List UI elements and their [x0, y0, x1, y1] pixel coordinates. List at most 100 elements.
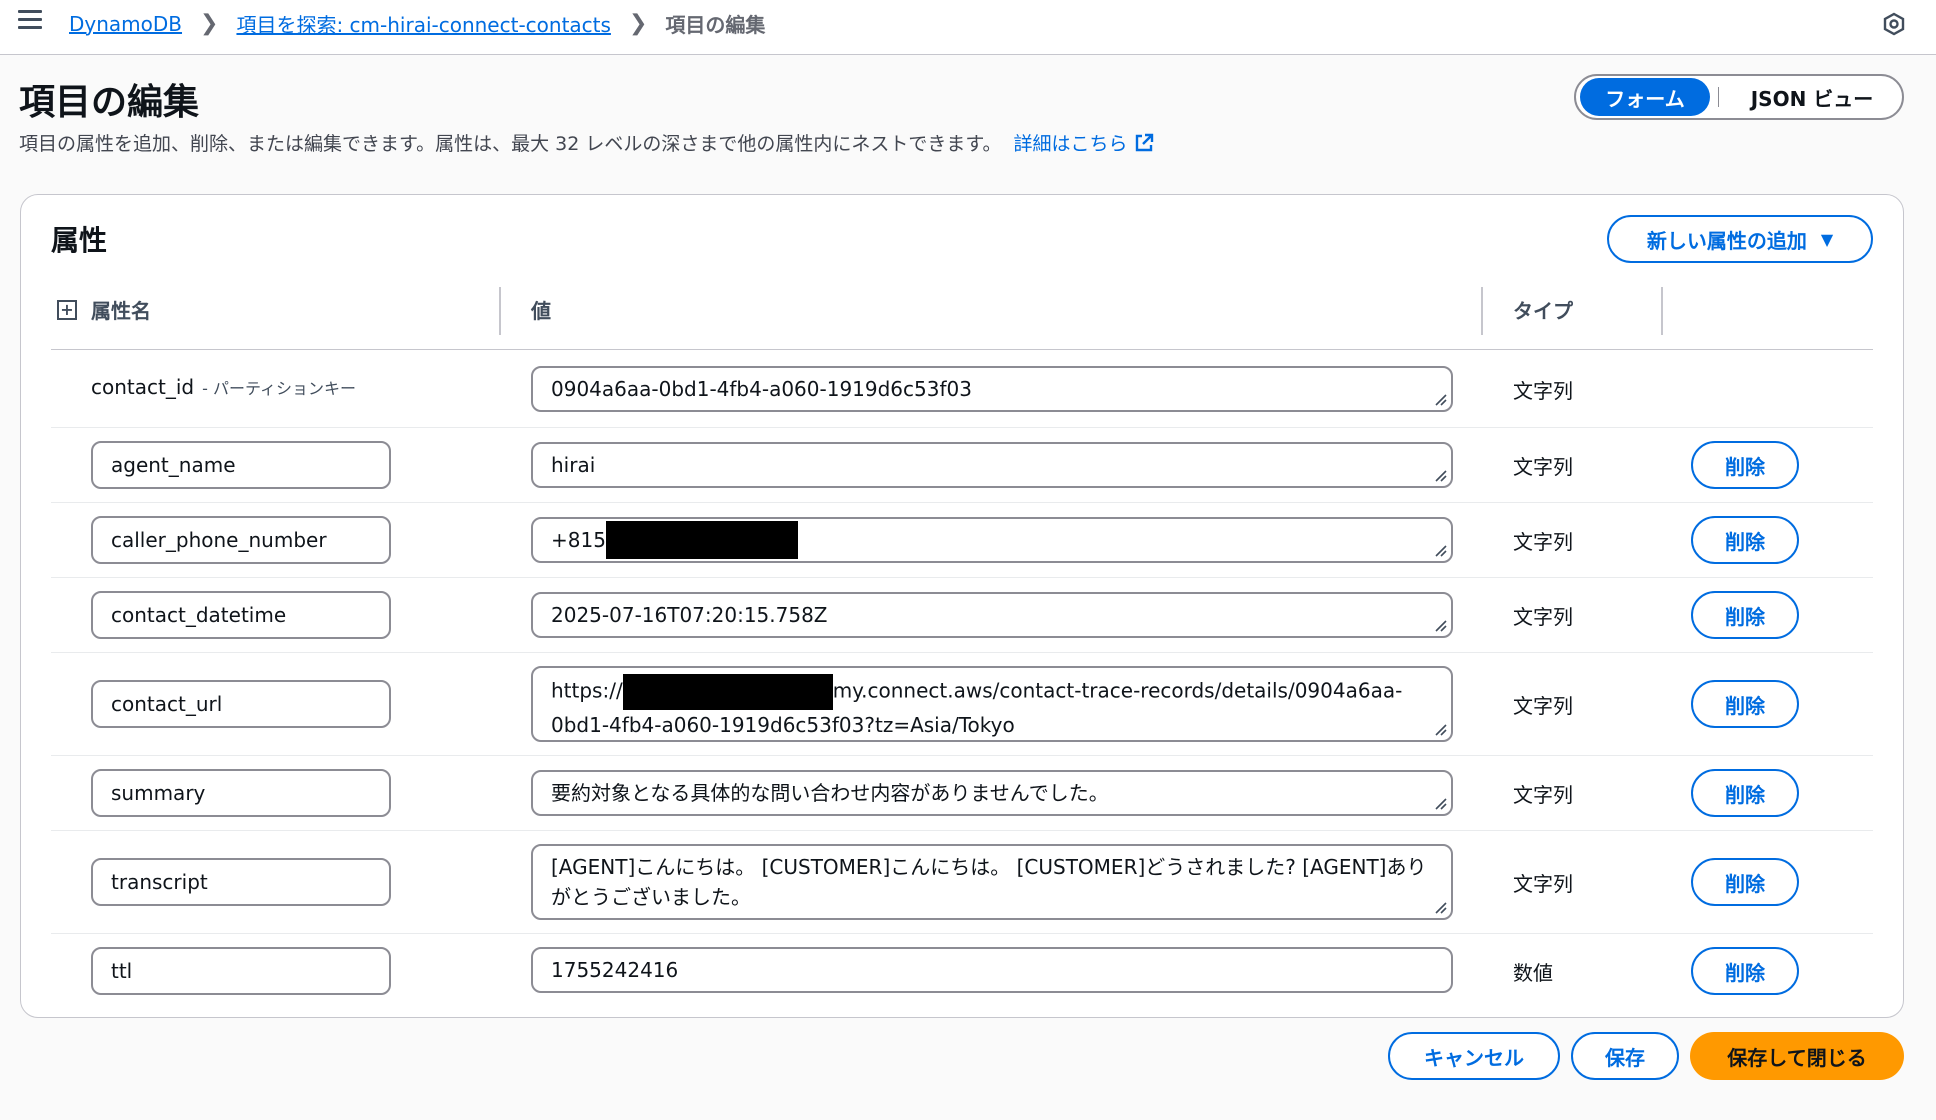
attribute-value-input[interactable]: 1755242416 [531, 947, 1453, 993]
attribute-value-input[interactable]: hirai [531, 442, 1453, 488]
attribute-name: agent_name [111, 453, 236, 477]
chevron-right-icon: ❯ [200, 11, 219, 36]
save-and-close-button[interactable]: 保存して閉じる [1690, 1032, 1904, 1080]
attribute-value: hirai [551, 453, 596, 477]
attribute-name: contact_url [111, 692, 223, 716]
column-divider[interactable] [1481, 287, 1483, 335]
top-navigation: DynamoDB ❯ 項目を探索: cm-hirai-connect-conta… [0, 0, 1936, 55]
partition-key-label: - パーティションキー [202, 379, 357, 398]
attribute-value-prefix: https:// [551, 678, 623, 703]
resize-handle-icon[interactable] [1433, 618, 1447, 632]
delete-attribute-button[interactable]: 削除 [1691, 516, 1799, 564]
delete-attribute-button[interactable]: 削除 [1691, 769, 1799, 817]
attributes-panel: 属性 新しい属性の追加 ▼ + 属性名 値 タイプ contact_id - パー… [20, 194, 1904, 1018]
settings-icon[interactable] [1882, 12, 1906, 36]
attribute-value-input[interactable]: 2025-07-16T07:20:15.758Z [531, 592, 1453, 638]
attribute-name-input[interactable]: summary [91, 769, 391, 817]
attribute-value: [AGENT]こんにちは。 [CUSTOMER]こんにちは。 [CUSTOMER… [551, 855, 1427, 909]
row-divider [51, 502, 1873, 503]
learn-more-link[interactable]: 詳細はこちら [1013, 129, 1155, 156]
attribute-value-input[interactable]: +815 [531, 517, 1453, 563]
cancel-button[interactable]: キャンセル [1388, 1032, 1560, 1080]
breadcrumb: DynamoDB ❯ 項目を探索: cm-hirai-connect-conta… [69, 9, 765, 38]
resize-handle-icon[interactable] [1433, 796, 1447, 810]
attribute-type: 文字列 [1513, 605, 1573, 629]
column-header-value: 値 [531, 299, 551, 323]
attribute-value-input[interactable]: 0904a6aa-0bd1-4fb4-a060-1919d6c53f03 [531, 366, 1453, 412]
column-divider[interactable] [1661, 287, 1663, 335]
row-divider [51, 652, 1873, 653]
attribute-value-input[interactable]: 要約対象となる具体的な問い合わせ内容がありませんでした。 [531, 770, 1453, 816]
attribute-value: 0904a6aa-0bd1-4fb4-a060-1919d6c53f03 [551, 377, 972, 401]
attribute-type: 文字列 [1513, 455, 1573, 479]
attribute-name-input[interactable]: caller_phone_number [91, 516, 391, 564]
resize-handle-icon[interactable] [1433, 392, 1447, 406]
breadcrumb-dynamodb[interactable]: DynamoDB [69, 12, 182, 36]
row-divider [51, 755, 1873, 756]
menu-icon[interactable] [18, 10, 42, 30]
attribute-type: 文字列 [1513, 379, 1573, 403]
expand-all-icon[interactable]: + [57, 299, 77, 320]
attribute-name-input[interactable]: agent_name [91, 441, 391, 489]
resize-handle-icon[interactable] [1433, 900, 1447, 914]
add-attribute-label: 新しい属性の追加 [1646, 228, 1807, 253]
attribute-type: 文字列 [1513, 694, 1573, 718]
attribute-name-input[interactable]: contact_url [91, 680, 391, 728]
resize-handle-icon[interactable] [1433, 722, 1447, 736]
delete-attribute-button[interactable]: 削除 [1691, 591, 1799, 639]
form-view-button[interactable]: フォーム [1580, 78, 1710, 116]
delete-attribute-button[interactable]: 削除 [1691, 680, 1799, 728]
attribute-value-input[interactable]: https:// my.connect.aws/contact-trace-rec… [531, 666, 1453, 742]
caret-down-icon: ▼ [1820, 229, 1834, 249]
redaction-block [622, 674, 833, 710]
add-attribute-button[interactable]: 新しい属性の追加 ▼ [1607, 215, 1873, 263]
delete-attribute-button[interactable]: 削除 [1691, 947, 1799, 995]
resize-handle-icon[interactable] [1433, 468, 1447, 482]
attribute-name-input[interactable]: transcript [91, 858, 391, 906]
attribute-name: contact_datetime [111, 603, 287, 627]
delete-attribute-button[interactable]: 削除 [1691, 858, 1799, 906]
attribute-name-input[interactable]: ttl [91, 947, 391, 995]
attribute-name: caller_phone_number [111, 528, 327, 552]
attribute-name: transcript [111, 870, 208, 894]
page-description: 項目の属性を追加、削除、または編集できます。属性は、最大 32 レベルの深さまで… [19, 129, 1155, 156]
delete-attribute-button[interactable]: 削除 [1691, 441, 1799, 489]
column-header-name: + 属性名 [57, 295, 151, 324]
attribute-name-input[interactable]: contact_datetime [91, 591, 391, 639]
attribute-type: 文字列 [1513, 783, 1573, 807]
json-view-button[interactable]: JSON ビュー [1727, 78, 1897, 116]
attribute-type: 文字列 [1513, 872, 1573, 896]
header-divider [51, 349, 1873, 350]
attribute-value-suffix: my.connect.aws/contact-trace-records/det… [832, 678, 1403, 703]
resize-handle-icon[interactable] [1433, 543, 1447, 557]
value-line-1: https:// my.connect.aws/contact-trace-rec… [551, 674, 1433, 710]
external-link-icon [1136, 133, 1154, 151]
learn-more-label: 詳細はこちら [1013, 133, 1128, 155]
row-divider [51, 577, 1873, 578]
breadcrumb-explore-items[interactable]: 項目を探索: cm-hirai-connect-contacts [236, 9, 610, 38]
attribute-name: summary [111, 781, 206, 805]
row-divider [51, 427, 1873, 428]
view-toggle: フォーム JSON ビュー [1574, 74, 1904, 120]
attribute-value: +815 [551, 528, 606, 552]
attribute-value-input[interactable]: [AGENT]こんにちは。 [CUSTOMER]こんにちは。 [CUSTOMER… [531, 844, 1453, 920]
redaction-block [605, 521, 798, 559]
breadcrumb-current: 項目の編集 [665, 13, 766, 37]
attribute-value: 2025-07-16T07:20:15.758Z [551, 603, 828, 627]
column-divider[interactable] [499, 287, 501, 335]
description-text: 項目の属性を追加、削除、または編集できます。属性は、最大 32 レベルの深さまで… [19, 133, 1002, 155]
save-button[interactable]: 保存 [1571, 1032, 1679, 1080]
chevron-right-icon: ❯ [628, 11, 648, 36]
page-title: 項目の編集 [19, 82, 200, 123]
attribute-name: contact_id [91, 375, 195, 399]
attribute-name: ttl [111, 959, 133, 983]
row-divider [51, 933, 1873, 934]
value-line-2: 0bd1-4fb4-a060-1919d6c53f03?tz=Asia/Toky… [551, 713, 1015, 737]
row-divider [51, 830, 1873, 831]
partition-key-name: contact_id - パーティションキー [91, 375, 356, 399]
attribute-type: 数値 [1513, 961, 1553, 985]
toggle-divider [1718, 87, 1719, 107]
column-header-type: タイプ [1513, 299, 1573, 323]
column-name-label: 属性名 [91, 299, 151, 323]
attribute-value: 要約対象となる具体的な問い合わせ内容がありませんでした。 [551, 781, 1109, 805]
